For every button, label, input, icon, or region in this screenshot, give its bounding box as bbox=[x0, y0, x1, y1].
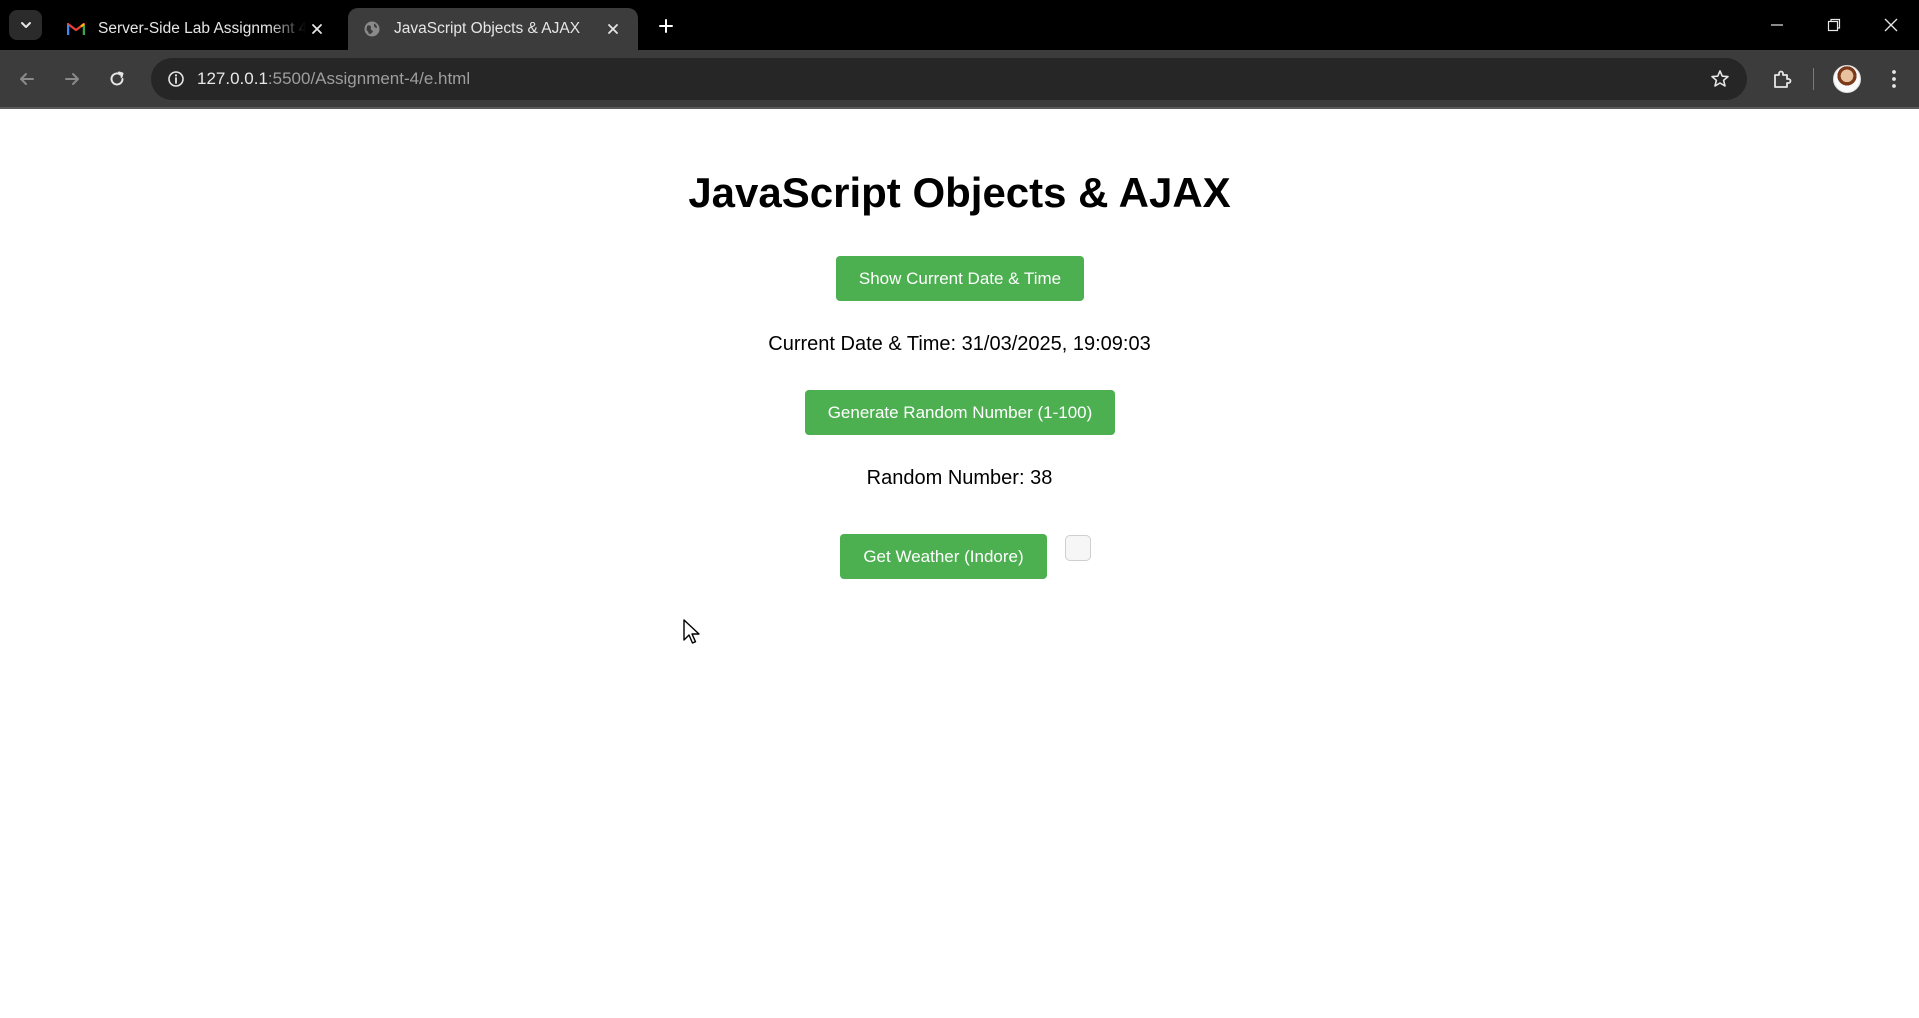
tab-title: Server-Side Lab Assignment 4 - bbox=[98, 20, 306, 37]
back-button[interactable] bbox=[10, 62, 44, 96]
forward-button[interactable] bbox=[55, 62, 89, 96]
generate-random-number-button[interactable]: Generate Random Number (1-100) bbox=[805, 390, 1115, 435]
plus-icon bbox=[659, 19, 673, 33]
bookmark-star-icon[interactable] bbox=[1707, 66, 1733, 92]
gmail-icon bbox=[66, 19, 86, 39]
browser-toolbar: 127.0.0.1:5500/Assignment-4/e.html bbox=[0, 50, 1919, 108]
profile-button[interactable] bbox=[1830, 62, 1864, 96]
url-host: 127.0.0.1 bbox=[197, 69, 268, 88]
chevron-down-icon bbox=[20, 22, 31, 28]
tab-javascript-objects[interactable]: JavaScript Objects & AJAX bbox=[348, 8, 638, 50]
url-path: :5500/Assignment-4/e.html bbox=[267, 69, 471, 88]
arrow-left-icon bbox=[20, 73, 34, 85]
site-info-icon[interactable] bbox=[163, 66, 189, 92]
reload-icon bbox=[110, 71, 124, 86]
date-time-output: Current Date & Time: 31/03/2025, 19:09:0… bbox=[768, 333, 1151, 355]
mouse-cursor-icon bbox=[683, 619, 700, 644]
toolbar-divider bbox=[1813, 68, 1814, 90]
weather-output-box bbox=[1065, 535, 1091, 561]
close-icon bbox=[1884, 18, 1898, 32]
minimize-icon bbox=[1771, 24, 1783, 26]
close-tab-icon[interactable] bbox=[602, 18, 624, 40]
show-date-time-button[interactable]: Show Current Date & Time bbox=[836, 256, 1084, 301]
close-tab-icon[interactable] bbox=[306, 18, 328, 40]
address-bar[interactable]: 127.0.0.1:5500/Assignment-4/e.html bbox=[151, 58, 1747, 100]
minimize-button[interactable] bbox=[1755, 8, 1799, 42]
page-content: JavaScript Objects & AJAX Show Current D… bbox=[0, 109, 1919, 1018]
get-weather-button[interactable]: Get Weather (Indore) bbox=[840, 534, 1047, 579]
close-window-button[interactable] bbox=[1869, 8, 1913, 42]
reload-button[interactable] bbox=[100, 62, 134, 96]
tab-strip: Server-Side Lab Assignment 4 - JavaScrip… bbox=[0, 0, 1919, 50]
tab-search-button[interactable] bbox=[9, 10, 42, 40]
kebab-menu-icon bbox=[1892, 70, 1896, 88]
restore-button[interactable] bbox=[1812, 8, 1856, 42]
arrow-right-icon bbox=[65, 73, 79, 85]
menu-button[interactable] bbox=[1877, 62, 1911, 96]
url-text: 127.0.0.1:5500/Assignment-4/e.html bbox=[197, 69, 470, 89]
globe-icon bbox=[362, 19, 382, 39]
tab-title: JavaScript Objects & AJAX bbox=[394, 20, 581, 37]
page-title: JavaScript Objects & AJAX bbox=[688, 169, 1231, 216]
new-tab-button[interactable] bbox=[652, 12, 680, 40]
avatar bbox=[1833, 65, 1861, 93]
tab-gmail[interactable]: Server-Side Lab Assignment 4 - bbox=[52, 8, 342, 50]
extensions-button[interactable] bbox=[1765, 62, 1799, 96]
restore-icon bbox=[1827, 18, 1841, 32]
random-number-output: Random Number: 38 bbox=[866, 467, 1053, 489]
puzzle-icon bbox=[1774, 70, 1792, 88]
